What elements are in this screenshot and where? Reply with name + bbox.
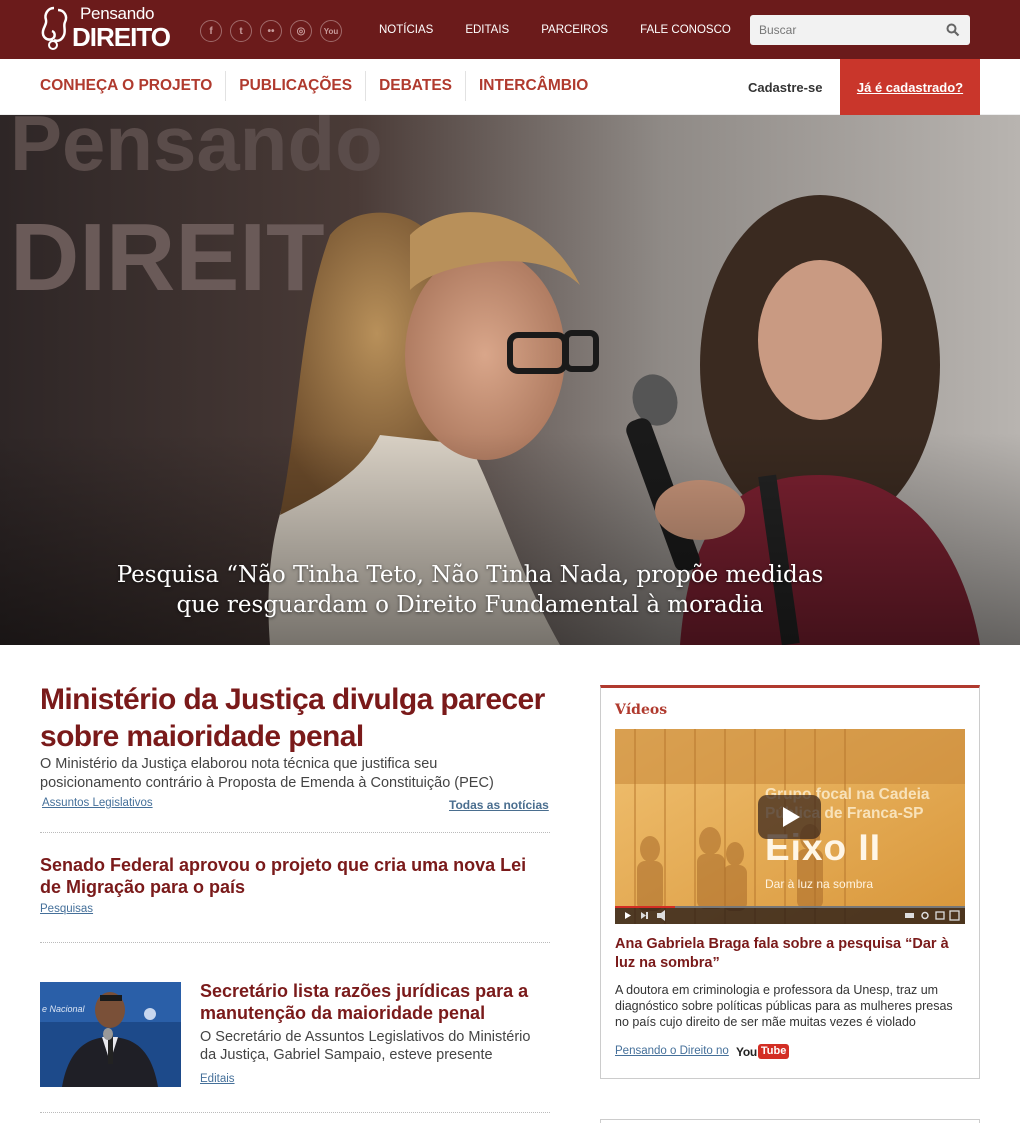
logo-text-line1: Pensando <box>80 4 155 23</box>
lead-news-description: O Ministério da Justiça elaborou nota té… <box>40 756 494 791</box>
twitter-icon[interactable]: t <box>230 20 252 42</box>
topnav-parceiros[interactable]: PARCEIROS <box>541 24 608 36</box>
logo-figure-icon <box>41 6 68 50</box>
nav-intercambio[interactable]: INTERCÂMBIO <box>466 71 601 101</box>
social-links: f t •• ◎ You <box>200 20 342 42</box>
nav-publicacoes[interactable]: PUBLICAÇÕES <box>226 71 367 101</box>
search-icon[interactable] <box>946 23 960 37</box>
topnav-fale-conosco[interactable]: FALE CONOSCO <box>640 24 731 36</box>
flickr-icon[interactable]: •• <box>260 20 282 42</box>
svg-text:e Nacional: e Nacional <box>42 1004 86 1014</box>
github-icon[interactable]: ◎ <box>290 20 312 42</box>
divider <box>40 1112 550 1113</box>
nav-conheca-o-projeto[interactable]: CONHEÇA O PROJETO <box>40 71 227 101</box>
tag-editais[interactable]: Editais <box>200 1073 235 1085</box>
video-headline[interactable]: Ana Gabriela Braga fala sobre a pesquisa… <box>615 935 965 973</box>
hero-banner[interactable]: Pensando DIREITO Pesquisa “Não Tinha Tet… <box>0 115 1020 645</box>
topnav-noticias[interactable]: NOTÍCIAS <box>379 24 433 36</box>
youtube-icon[interactable]: You <box>320 20 342 42</box>
video-overlay-caption: Dar à luz na sombra <box>765 877 874 891</box>
top-bar: Pensando DIREITO f t •• ◎ You NOTÍCIAS E… <box>0 0 1020 59</box>
news-thumbnail[interactable]: e Nacional <box>40 982 181 1087</box>
lead-news-title[interactable]: Ministério da Justiça divulga parecer so… <box>40 681 560 755</box>
next-widget <box>600 1119 980 1123</box>
signup-link[interactable]: Cadastre-se <box>748 80 822 95</box>
top-navigation: NOTÍCIAS EDITAIS PARCEIROS FALE CONOSCO <box>379 24 763 36</box>
divider <box>40 942 550 943</box>
hero-caption-line2: que resguardam o Direito Fundamental à m… <box>176 592 764 618</box>
videos-widget: Vídeos Grupo focal na Cadeia Pública de … <box>600 685 980 1079</box>
news-item-title[interactable]: Secretário lista razões jurídicas para a… <box>200 980 545 1024</box>
youtube-logo-you: You <box>736 1044 757 1059</box>
video-description: A doutora em criminologia e professora d… <box>615 983 953 1029</box>
youtube-channel-link[interactable]: Pensando o Direito no <box>615 1045 729 1057</box>
all-news-link[interactable]: Todas as notícias <box>449 798 549 812</box>
main-navigation: CONHEÇA O PROJETO PUBLICAÇÕES DEBATES IN… <box>40 71 601 101</box>
play-icon[interactable] <box>758 795 821 839</box>
logo-text-line2: DIREITO <box>72 22 171 52</box>
nav-debates[interactable]: DEBATES <box>366 71 466 101</box>
hero-caption-line1: Pesquisa “Não Tinha Teto, Não Tinha Nada… <box>116 562 824 588</box>
search-input[interactable] <box>750 15 940 45</box>
youtube-logo-icon[interactable]: You Tube <box>736 1044 790 1059</box>
videos-heading: Vídeos <box>615 702 668 718</box>
tag-assuntos-legislativos[interactable]: Assuntos Legislativos <box>42 797 153 809</box>
video-player[interactable]: Grupo focal na Cadeia Pública de Franca-… <box>615 729 965 924</box>
main-navigation-bar: CONHEÇA O PROJETO PUBLICAÇÕES DEBATES IN… <box>0 59 1020 115</box>
thumbnail-image: e Nacional <box>40 982 181 1087</box>
news-item-title[interactable]: Senado Federal aprovou o projeto que cri… <box>40 854 550 898</box>
video-controls[interactable] <box>615 906 965 924</box>
site-logo[interactable]: Pensando DIREITO <box>40 4 171 54</box>
video-controls-icons <box>615 906 965 921</box>
facebook-icon[interactable]: f <box>200 20 222 42</box>
news-item-description: O Secretário de Assuntos Legislativos do… <box>200 1029 531 1063</box>
hero-caption[interactable]: Pesquisa “Não Tinha Teto, Não Tinha Nada… <box>0 560 940 620</box>
search-box <box>750 15 970 45</box>
topnav-editais[interactable]: EDITAIS <box>465 24 509 36</box>
tag-pesquisas[interactable]: Pesquisas <box>40 903 93 915</box>
youtube-logo-tube: Tube <box>757 1044 790 1059</box>
login-button[interactable]: Já é cadastrado? <box>840 59 980 115</box>
divider <box>40 832 550 833</box>
